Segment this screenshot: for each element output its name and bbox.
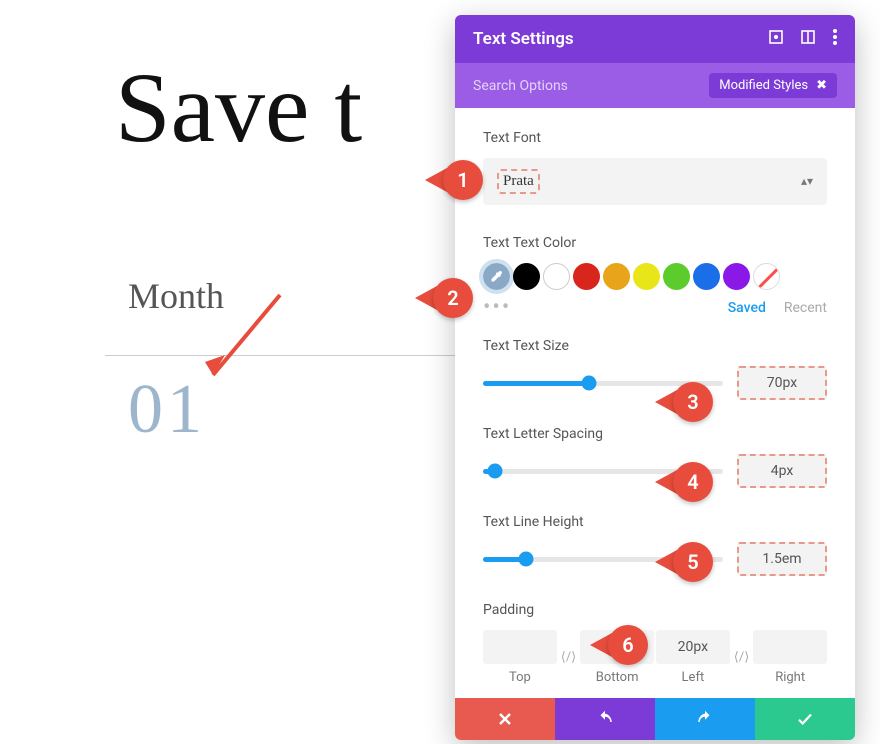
lineheight-slider[interactable] [483, 557, 723, 562]
padding-left-label: Left [656, 670, 730, 685]
padding-bottom-input[interactable] [580, 630, 654, 664]
more-icon[interactable] [833, 29, 837, 49]
chevron-updown-icon: ▴▾ [801, 174, 813, 189]
close-icon[interactable]: ✖ [816, 78, 827, 93]
link-icon[interactable]: ⟨/⟩ [732, 650, 752, 665]
panel-header: Text Settings [455, 15, 855, 63]
undo-button[interactable] [555, 698, 655, 740]
color-swatch-white[interactable] [543, 263, 570, 290]
spacing-slider[interactable] [483, 469, 723, 474]
color-swatch-red[interactable] [573, 263, 600, 290]
page-heading: Save t [115, 50, 362, 165]
padding-left-input[interactable]: 20px [656, 630, 730, 664]
padding-right-input[interactable] [753, 630, 827, 664]
color-swatch-yellow[interactable] [633, 263, 660, 290]
padding-inputs: Top ⟨/⟩ Bottom 20px Left ⟨/⟩ Right [483, 630, 827, 685]
size-value[interactable]: 70px [737, 366, 827, 400]
color-swatch-purple[interactable] [723, 263, 750, 290]
month-label: Month [128, 275, 224, 317]
panel-footer [455, 698, 855, 740]
size-slider-thumb[interactable] [581, 376, 596, 391]
font-value: Prata [497, 169, 540, 194]
panel-body: Text Font Prata ▴▾ Text Text Color ••• S… [455, 108, 855, 698]
redo-icon [696, 710, 714, 728]
eyedropper-icon [489, 269, 504, 284]
lineheight-value[interactable]: 1.5em [737, 542, 827, 576]
color-swatches [483, 263, 827, 290]
text-settings-panel: Text Settings Search Options Modified St… [455, 15, 855, 740]
modified-styles-button[interactable]: Modified Styles ✖ [709, 73, 837, 98]
modified-styles-label: Modified Styles [719, 78, 808, 93]
color-swatch-black[interactable] [513, 263, 540, 290]
spacing-section-label: Text Letter Spacing [483, 426, 827, 442]
cancel-button[interactable] [455, 698, 555, 740]
saved-tab[interactable]: Saved [728, 300, 766, 316]
font-select[interactable]: Prata ▴▾ [483, 158, 827, 205]
padding-bottom-label: Bottom [580, 670, 654, 685]
color-swatch-none[interactable] [753, 263, 780, 290]
color-swatch-blue[interactable] [693, 263, 720, 290]
padding-top-label: Top [483, 670, 557, 685]
panel-title: Text Settings [473, 29, 574, 49]
color-section-label: Text Text Color [483, 235, 827, 251]
check-icon [796, 710, 814, 728]
redo-button[interactable] [655, 698, 755, 740]
undo-icon [596, 710, 614, 728]
link-icon[interactable]: ⟨/⟩ [559, 650, 579, 665]
color-swatch-orange[interactable] [603, 263, 630, 290]
panel-subheader: Search Options Modified Styles ✖ [455, 63, 855, 108]
recent-tab[interactable]: Recent [784, 300, 827, 316]
lineheight-slider-thumb[interactable] [519, 552, 534, 567]
confirm-button[interactable] [755, 698, 855, 740]
month-number: 01 [128, 370, 206, 450]
size-slider[interactable] [483, 381, 723, 386]
eyedropper-swatch[interactable] [483, 263, 510, 290]
color-swatch-green[interactable] [663, 263, 690, 290]
font-section-label: Text Font [483, 130, 827, 146]
expand-icon[interactable] [769, 30, 783, 48]
search-options[interactable]: Search Options [473, 78, 568, 94]
close-icon [498, 712, 512, 726]
spacing-slider-thumb[interactable] [488, 464, 503, 479]
divider [105, 355, 455, 356]
snap-icon[interactable] [801, 30, 815, 48]
more-colors-icon[interactable]: ••• [483, 303, 511, 313]
spacing-value[interactable]: 4px [737, 454, 827, 488]
size-section-label: Text Text Size [483, 338, 827, 354]
padding-section-label: Padding [483, 602, 827, 618]
padding-top-input[interactable] [483, 630, 557, 664]
lineheight-section-label: Text Line Height [483, 514, 827, 530]
padding-right-label: Right [753, 670, 827, 685]
